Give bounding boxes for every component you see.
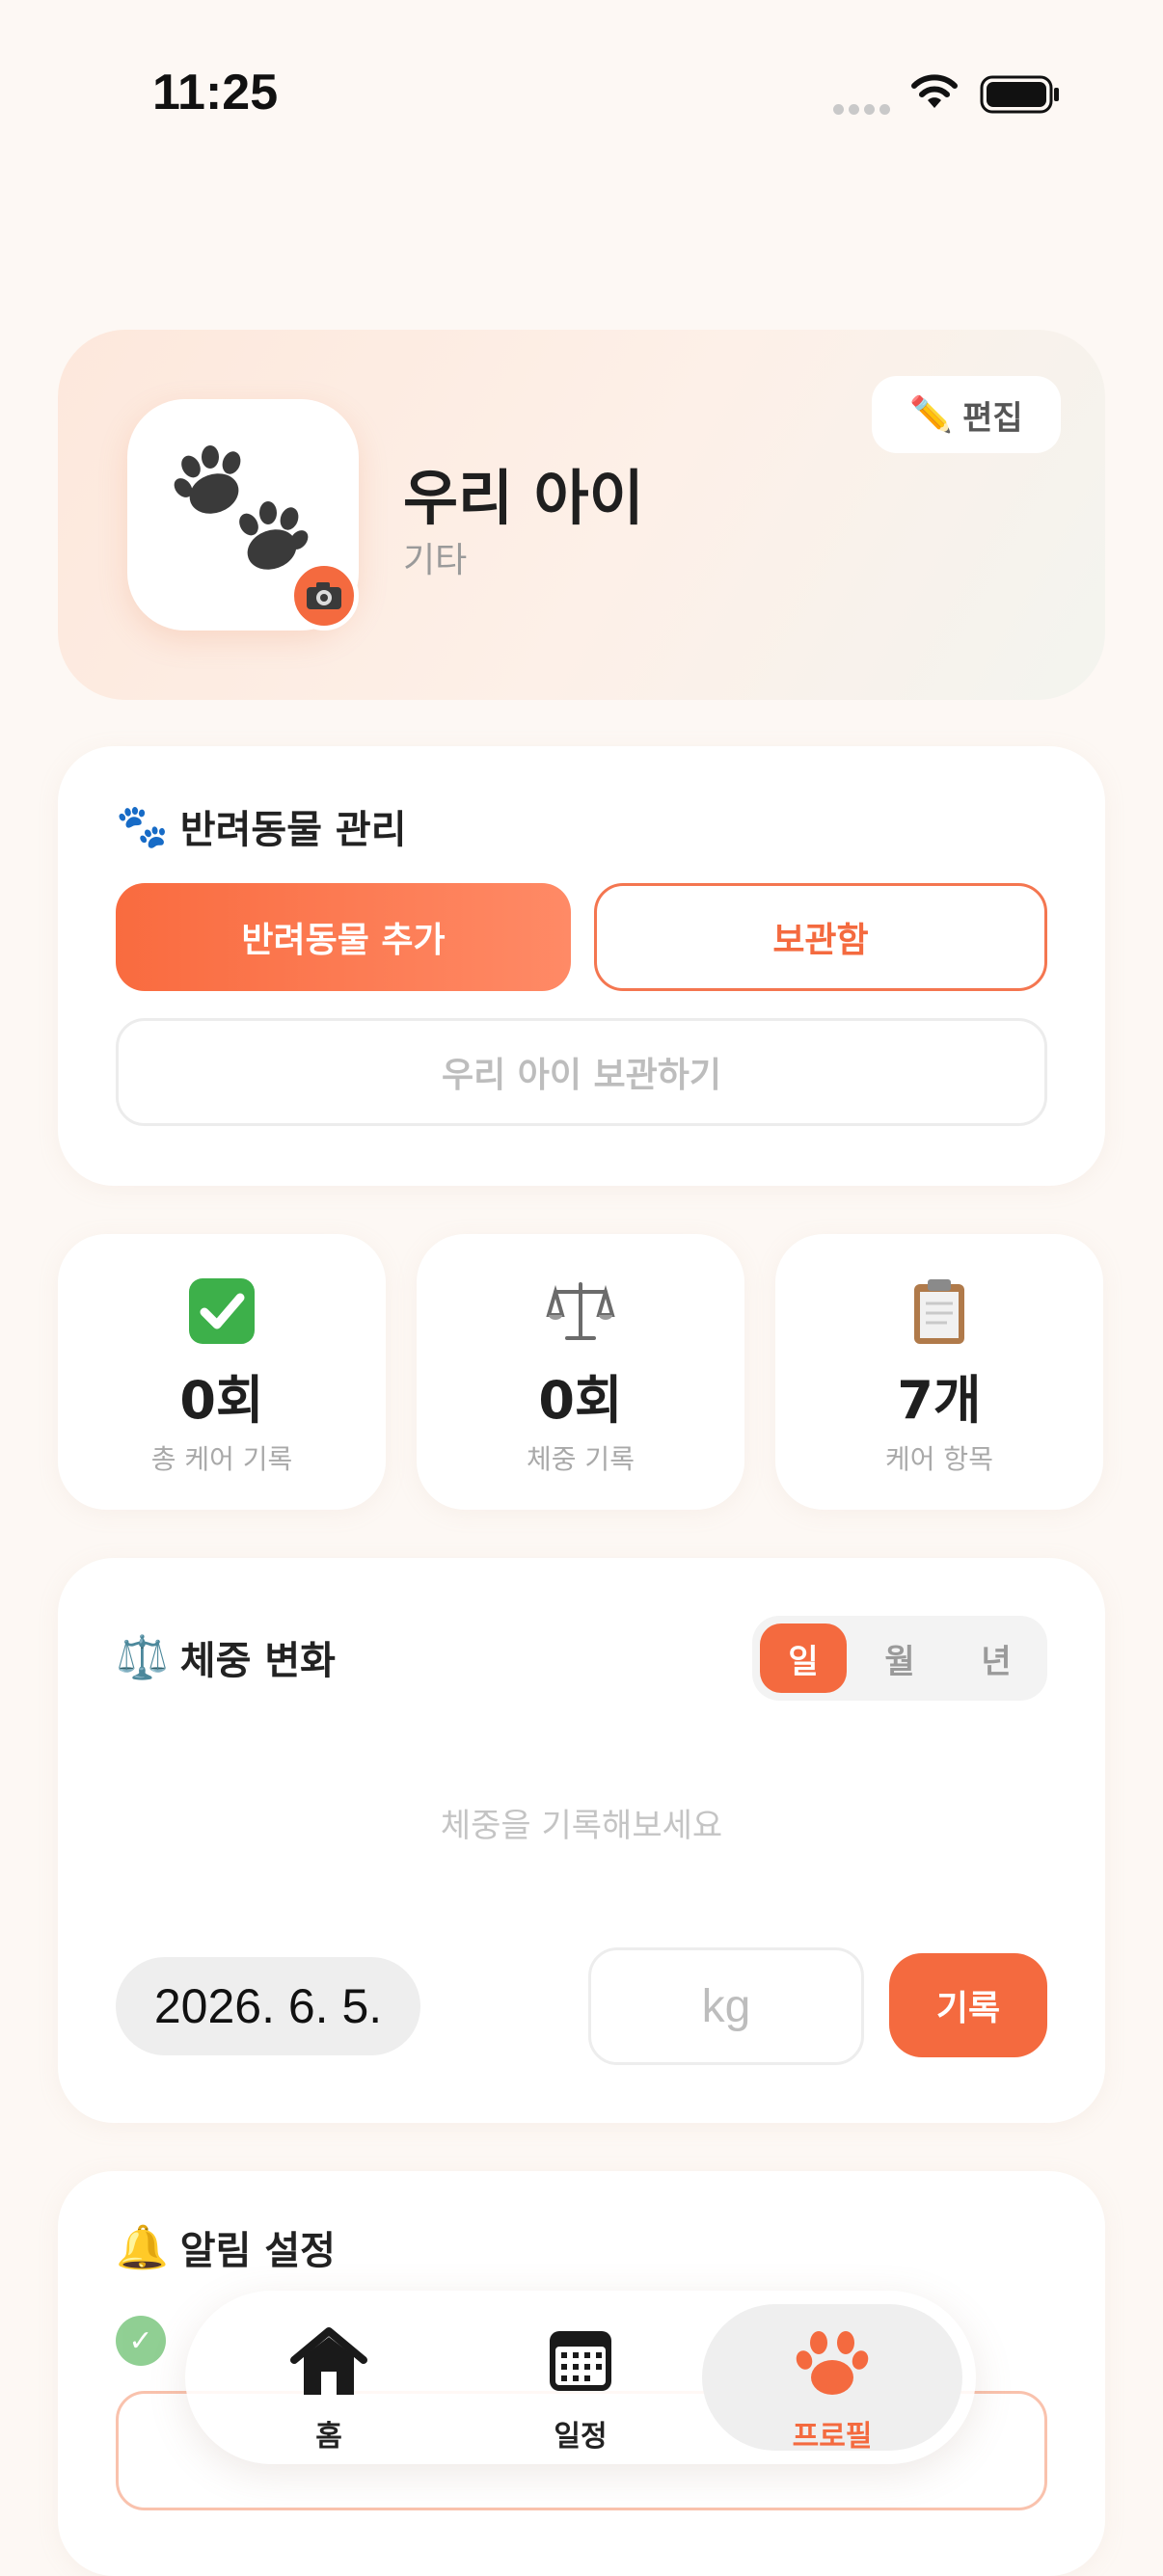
alarm-status-row: ✓ bbox=[116, 2312, 187, 2370]
alarm-settings-title: 🔔 알림 설정 bbox=[116, 2223, 336, 2273]
bottom-tab-bar: 홈 일정 프로필 bbox=[185, 2291, 976, 2464]
home-icon bbox=[199, 2325, 459, 2399]
tab-profile-label: 프로필 bbox=[792, 2420, 873, 2454]
archive-pet-button[interactable]: 우리 아이 보관하기 bbox=[116, 1018, 1047, 1126]
stat-card-care-items: 7개 케어 항목 bbox=[775, 1234, 1103, 1510]
battery-icon bbox=[980, 75, 1059, 114]
weight-change-title: ⚖️ 체중 변화 bbox=[116, 1633, 336, 1683]
status-time: 11:25 bbox=[152, 65, 279, 121]
scale-icon: ⚖️ bbox=[116, 1633, 169, 1682]
weight-input[interactable]: kg bbox=[588, 1947, 864, 2065]
pencil-icon: ✏️ bbox=[909, 395, 954, 435]
paw-icon bbox=[702, 2325, 962, 2399]
stat-value: 7개 bbox=[897, 1370, 982, 1431]
period-day[interactable]: 일 bbox=[760, 1623, 847, 1693]
stat-value: 0회 bbox=[179, 1370, 264, 1431]
period-year[interactable]: 년 bbox=[953, 1623, 1040, 1693]
period-month[interactable]: 월 bbox=[856, 1623, 943, 1693]
edit-button[interactable]: ✏️ 편집 bbox=[872, 376, 1061, 453]
weight-empty-message: 체중을 기록해보세요 bbox=[440, 1807, 723, 1845]
period-toggle: 일 월 년 bbox=[752, 1616, 1047, 1701]
pet-name: 우리 아이 bbox=[403, 463, 644, 533]
scale-icon bbox=[417, 1276, 744, 1346]
date-picker[interactable]: 2026. 6. 5. bbox=[116, 1957, 420, 2055]
wifi-icon bbox=[911, 74, 958, 108]
archive-box-button[interactable]: 보관함 bbox=[594, 883, 1047, 991]
pet-management-title: 🐾 반려동물 관리 bbox=[116, 802, 407, 852]
paw-prints-icon bbox=[174, 445, 309, 570]
edit-label: 편집 bbox=[962, 398, 1023, 438]
pet-management-card: 🐾 반려동물 관리 반려동물 추가 보관함 우리 아이 보관하기 bbox=[58, 746, 1105, 1186]
stat-label: 총 케어 기록 bbox=[150, 1443, 293, 1475]
tab-profile[interactable]: 프로필 bbox=[702, 2304, 962, 2454]
tab-schedule-label: 일정 bbox=[554, 2420, 608, 2454]
camera-icon bbox=[307, 582, 341, 609]
checkmark-icon bbox=[58, 1276, 386, 1346]
stat-label: 체중 기록 bbox=[527, 1443, 635, 1475]
tab-home[interactable]: 홈 bbox=[199, 2304, 459, 2454]
signal-dots-icon bbox=[833, 100, 895, 119]
weight-change-card: ⚖️ 체중 변화 일 월 년 체중을 기록해보세요 2026. 6. 5. kg… bbox=[58, 1558, 1105, 2123]
status-bar: 11:25 bbox=[0, 0, 1163, 193]
camera-button[interactable] bbox=[289, 561, 359, 631]
profile-card: 우리 아이 기타 ✏️ 편집 bbox=[58, 330, 1105, 700]
check-circle-icon: ✓ bbox=[116, 2316, 166, 2366]
stat-card-care-records: 0회 총 케어 기록 bbox=[58, 1234, 386, 1510]
stat-label: 케어 항목 bbox=[885, 1443, 993, 1475]
stat-card-weight-records: 0회 체중 기록 bbox=[417, 1234, 744, 1510]
bell-icon: 🔔 bbox=[116, 2223, 169, 2272]
stat-value: 0회 bbox=[538, 1370, 623, 1431]
pet-type: 기타 bbox=[403, 541, 468, 580]
paw-prints-icon: 🐾 bbox=[116, 802, 169, 851]
add-pet-button[interactable]: 반려동물 추가 bbox=[116, 883, 571, 991]
tab-home-label: 홈 bbox=[315, 2420, 342, 2454]
tab-schedule[interactable]: 일정 bbox=[450, 2304, 711, 2454]
clipboard-icon bbox=[775, 1276, 1103, 1346]
calendar-icon bbox=[450, 2325, 711, 2395]
record-button[interactable]: 기록 bbox=[889, 1953, 1047, 2057]
